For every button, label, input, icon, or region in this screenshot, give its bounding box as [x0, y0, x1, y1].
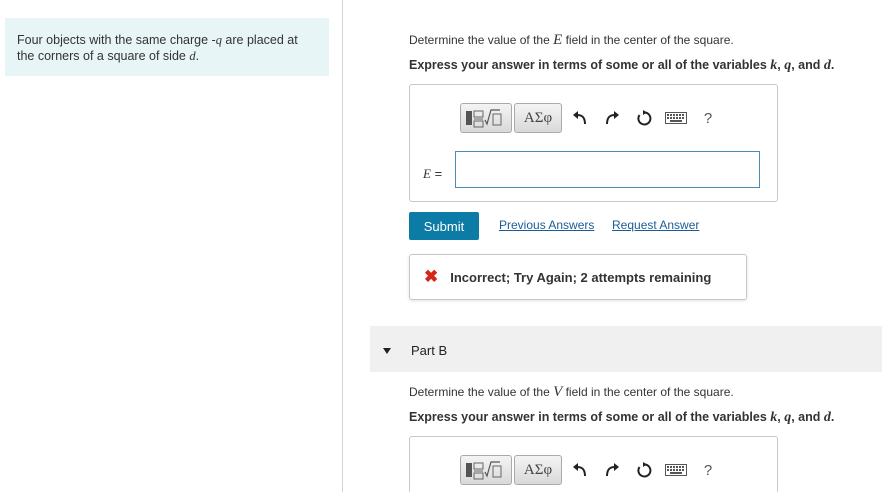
- keyboard-icon: [665, 112, 687, 124]
- equation-sign: =: [430, 166, 443, 181]
- part-b-prompt-pre: Determine the value of the: [409, 385, 554, 399]
- part-a-math-toolbar: ΑΣφ ?: [460, 102, 724, 134]
- caret-down-icon[interactable]: [383, 348, 391, 354]
- part-a-instr-pre: Express your answer in terms of some or …: [409, 58, 771, 72]
- problem-text-3: .: [195, 49, 200, 63]
- part-a-answer-box: ΑΣφ ? E =: [409, 84, 778, 202]
- feedback-message: ✖ Incorrect; Try Again; 2 attempts remai…: [409, 254, 747, 300]
- redo-button[interactable]: [596, 103, 628, 133]
- feedback-text: Incorrect; Try Again; 2 attempts remaini…: [450, 269, 712, 285]
- part-b-instructions: Express your answer in terms of some or …: [409, 410, 834, 426]
- keyboard-icon: [665, 464, 687, 476]
- equation-label: E =: [423, 166, 442, 182]
- templates-icon: [466, 109, 502, 128]
- request-answer-link[interactable]: Request Answer: [612, 218, 699, 232]
- part-b-prompt: Determine the value of the V field in th…: [409, 384, 734, 401]
- help-icon: ?: [703, 461, 713, 479]
- keyboard-button[interactable]: [660, 103, 692, 133]
- reset-button[interactable]: [628, 455, 660, 485]
- part-b-prompt-post: field in the center of the square.: [562, 385, 734, 399]
- column-divider: [342, 0, 343, 492]
- templates-button[interactable]: [460, 103, 512, 133]
- part-b-answer-box: ΑΣφ ?: [409, 436, 778, 492]
- answer-input[interactable]: [455, 151, 760, 188]
- undo-icon: [573, 111, 586, 125]
- reset-icon: [637, 110, 652, 126]
- part-b-prompt-var: V: [553, 384, 563, 400]
- problem-statement: Four objects with the same charge -q are…: [5, 18, 329, 76]
- greek-symbols-button[interactable]: ΑΣφ: [514, 455, 562, 485]
- templates-icon: [466, 461, 502, 480]
- help-button[interactable]: ?: [692, 103, 724, 133]
- reset-button[interactable]: [628, 103, 660, 133]
- part-b-title[interactable]: Part B: [411, 343, 447, 358]
- part-a-instr-sep2: , and: [791, 58, 824, 72]
- help-icon: ?: [703, 109, 713, 127]
- part-a-instructions: Express your answer in terms of some or …: [409, 58, 834, 74]
- keyboard-button[interactable]: [660, 455, 692, 485]
- part-b-var-d: d: [823, 410, 831, 425]
- error-x-icon: ✖: [424, 267, 439, 286]
- problem-text-1: Four objects with the same charge -: [17, 33, 216, 47]
- redo-icon: [606, 463, 619, 477]
- redo-icon: [606, 111, 619, 125]
- part-a-prompt-var: E: [553, 32, 563, 48]
- part-a-instr-end: .: [830, 58, 835, 72]
- part-a-var-d: d: [823, 58, 831, 73]
- undo-button[interactable]: [564, 455, 596, 485]
- previous-answers-link[interactable]: Previous Answers: [499, 218, 594, 232]
- templates-button[interactable]: [460, 455, 512, 485]
- part-b-instr-sep2: , and: [791, 410, 824, 424]
- greek-symbols-button[interactable]: ΑΣφ: [514, 103, 562, 133]
- reset-icon: [637, 462, 652, 478]
- submit-button[interactable]: Submit: [409, 212, 479, 240]
- undo-button[interactable]: [564, 103, 596, 133]
- part-b-instr-pre: Express your answer in terms of some or …: [409, 410, 771, 424]
- equation-var: E: [423, 166, 431, 181]
- part-a-prompt-pre: Determine the value of the: [409, 33, 554, 47]
- undo-icon: [573, 463, 586, 477]
- part-a-prompt: Determine the value of the E field in th…: [409, 32, 734, 49]
- part-b-math-toolbar: ΑΣφ ?: [460, 454, 724, 486]
- part-a-prompt-post: field in the center of the square.: [562, 33, 734, 47]
- part-b-instr-end: .: [830, 410, 835, 424]
- help-button[interactable]: ?: [692, 455, 724, 485]
- redo-button[interactable]: [596, 455, 628, 485]
